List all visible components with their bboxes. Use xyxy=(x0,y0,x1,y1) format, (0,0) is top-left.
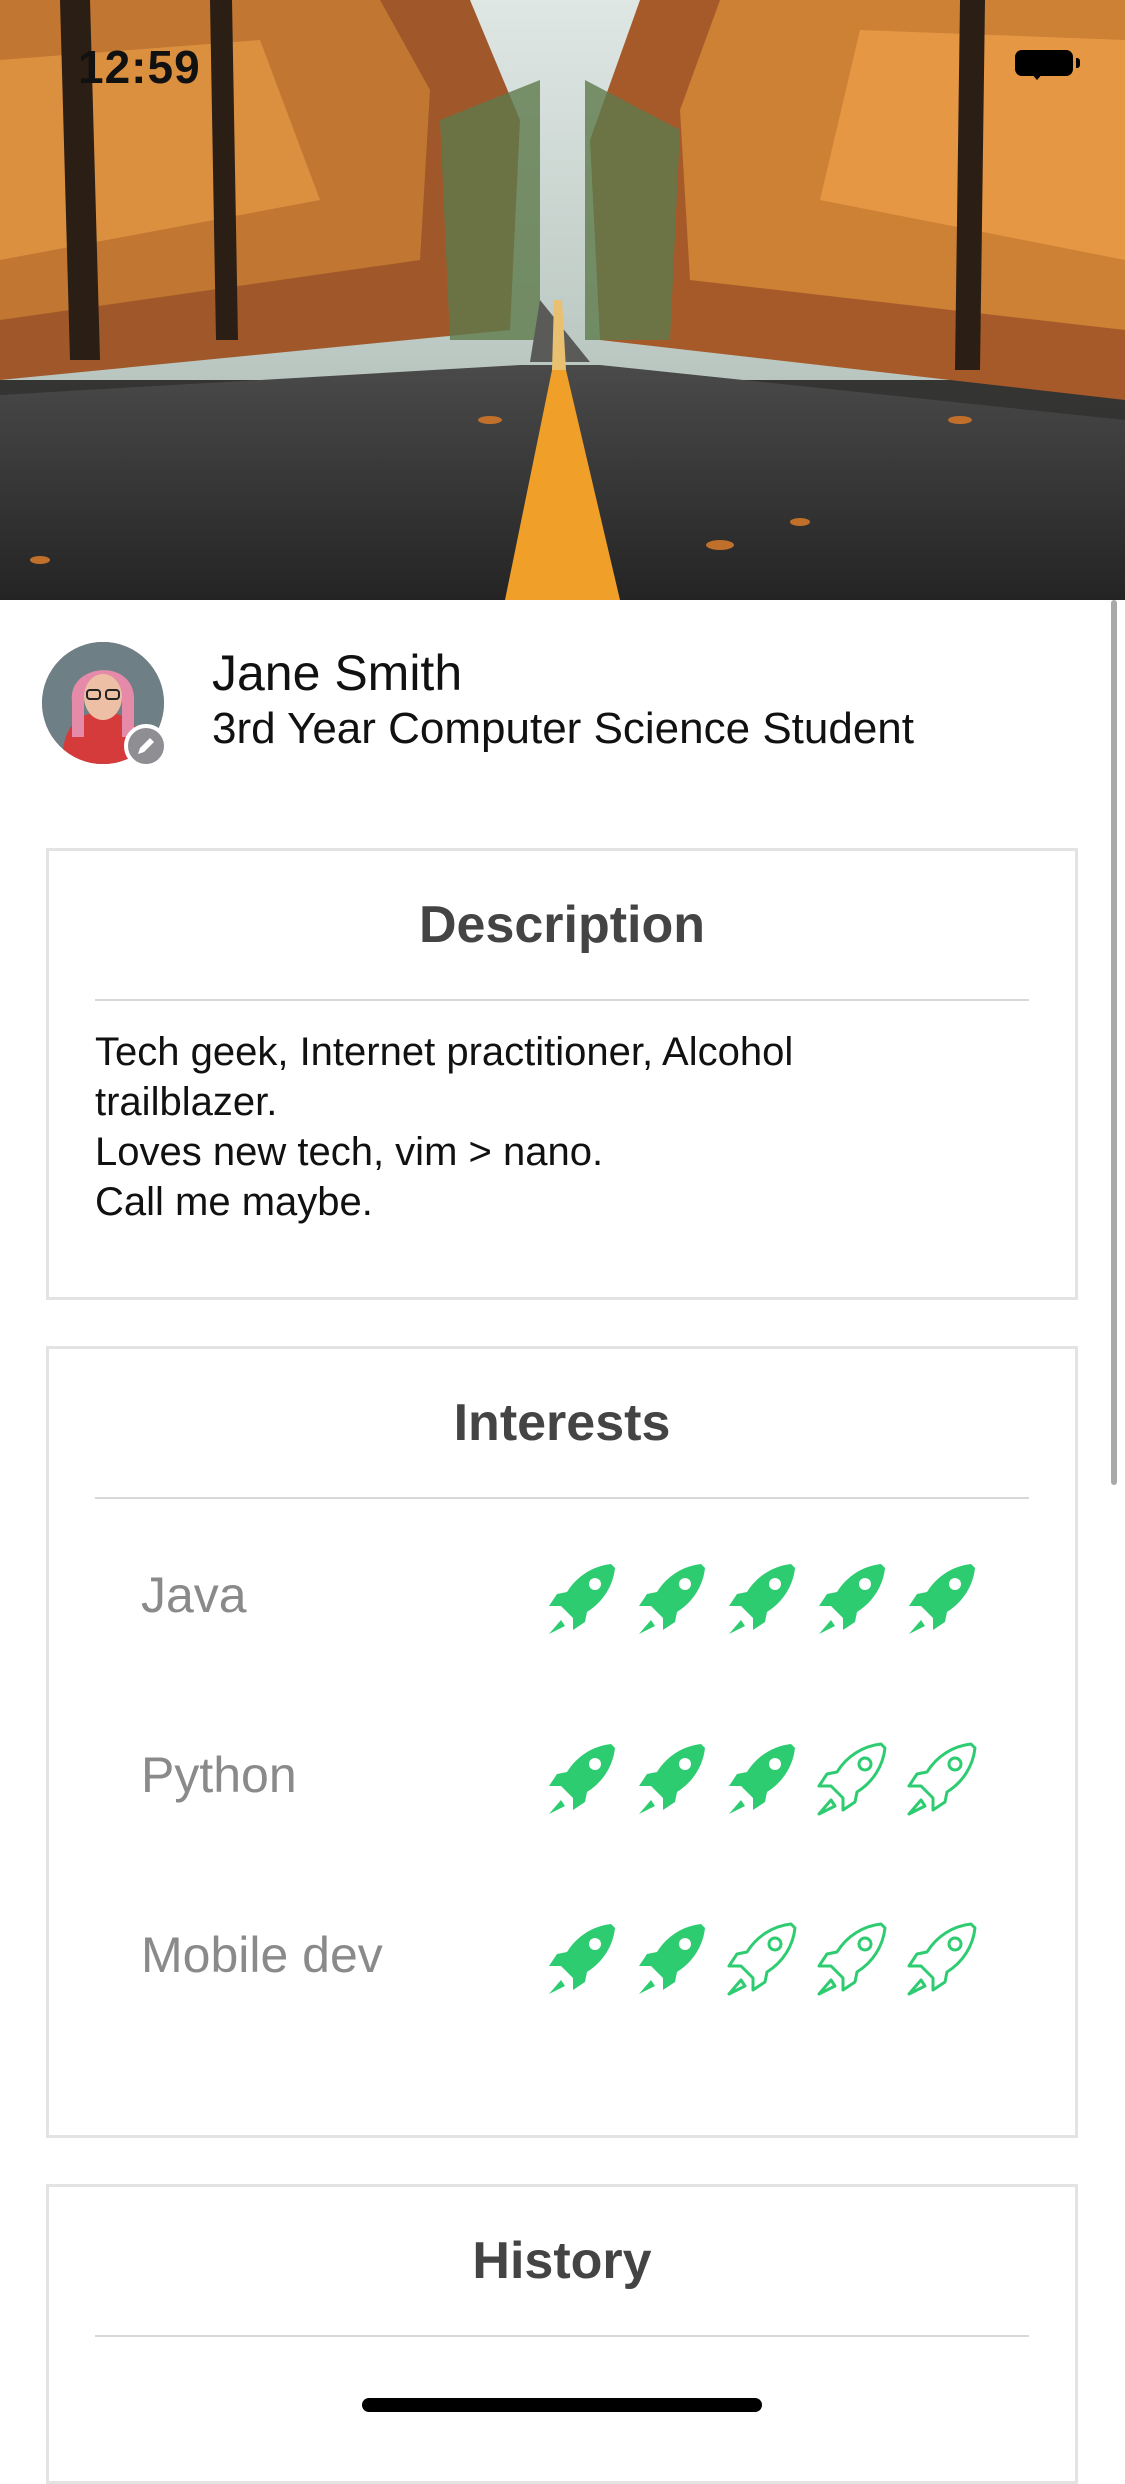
rocket-icon-filled[interactable] xyxy=(631,1735,711,1823)
rocket-icon-filled[interactable] xyxy=(541,1555,621,1643)
interest-label: Mobile dev xyxy=(141,1927,383,1983)
interest-label: Python xyxy=(141,1747,297,1803)
history-title: History xyxy=(472,2232,652,2290)
rocket-icon-outline[interactable] xyxy=(901,1915,981,2003)
rating-rockets[interactable] xyxy=(541,1555,981,1643)
rocket-icon-filled[interactable] xyxy=(631,1555,711,1643)
battery-icon xyxy=(1015,50,1080,76)
rocket-icon-filled[interactable] xyxy=(811,1555,891,1643)
description-line: trailblazer. xyxy=(95,1080,278,1124)
divider xyxy=(95,2335,1029,2337)
rocket-icon-outline[interactable] xyxy=(811,1915,891,2003)
rocket-icon-outline[interactable] xyxy=(901,1735,981,1823)
description-line: Call me maybe. xyxy=(95,1180,373,1224)
interests-card: Interests Java Python Mobile dev xyxy=(46,1346,1078,2138)
interest-row-java: Java xyxy=(49,1555,1075,1655)
edit-avatar-button[interactable] xyxy=(124,724,168,768)
rocket-icon-outline[interactable] xyxy=(811,1735,891,1823)
description-card: Description Tech geek, Internet practiti… xyxy=(46,848,1078,1300)
interest-label: Java xyxy=(141,1567,247,1623)
description-text: Tech geek, Internet practitioner, Alcoho… xyxy=(49,1001,1075,1227)
status-time: 12:59 xyxy=(78,41,201,93)
interests-title: Interests xyxy=(453,1394,671,1452)
scrollbar[interactable] xyxy=(1111,600,1117,1485)
description-title: Description xyxy=(418,896,706,954)
description-line: Tech geek, Internet practitioner, Alcoho… xyxy=(95,1030,794,1074)
rating-rockets[interactable] xyxy=(541,1735,981,1823)
rocket-icon-filled[interactable] xyxy=(721,1735,801,1823)
interest-row-python: Python xyxy=(49,1735,1075,1835)
rocket-icon-filled[interactable] xyxy=(631,1915,711,2003)
interest-row-mobile-dev: Mobile dev xyxy=(49,1915,1075,2015)
divider xyxy=(95,1497,1029,1499)
rocket-icon-filled[interactable] xyxy=(541,1735,621,1823)
pencil-icon xyxy=(138,738,154,754)
rocket-icon-outline[interactable] xyxy=(721,1915,801,2003)
rocket-icon-filled[interactable] xyxy=(901,1555,981,1643)
status-icons xyxy=(1015,50,1080,80)
rating-rockets[interactable] xyxy=(541,1915,981,2003)
profile-subtitle: 3rd Year Computer Science Student xyxy=(212,704,915,753)
header-photo: 12:59 xyxy=(0,0,1125,600)
profile-name: Jane Smith xyxy=(212,645,463,701)
description-line: Loves new tech, vim > nano. xyxy=(95,1130,604,1174)
rocket-icon-filled[interactable] xyxy=(721,1555,801,1643)
history-card: History xyxy=(46,2184,1078,2484)
profile-avatar-container[interactable] xyxy=(42,642,168,768)
rocket-icon-filled[interactable] xyxy=(541,1915,621,2003)
home-indicator[interactable] xyxy=(362,2398,762,2412)
